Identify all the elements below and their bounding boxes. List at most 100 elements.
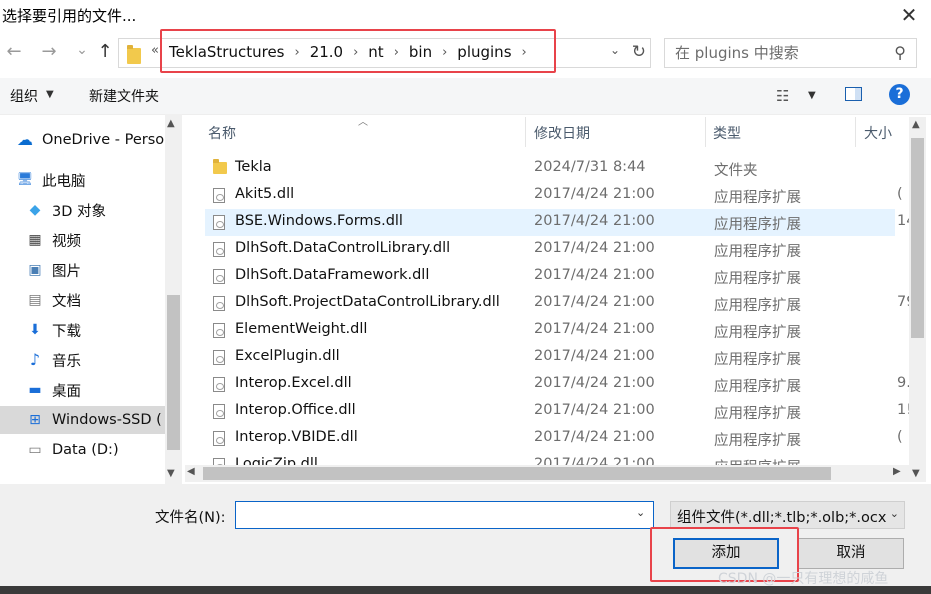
file-row-selected[interactable]: BSE.Windows.Forms.dll 2017/4/24 21:00 应用…: [205, 209, 909, 236]
forward-arrow-icon[interactable]: →: [37, 40, 61, 64]
cloud-icon: ☁: [17, 130, 33, 149]
search-icon[interactable]: ⚲: [894, 43, 906, 62]
cube-icon: ◆: [29, 202, 41, 218]
filename-input[interactable]: [235, 501, 654, 529]
sidebar-item-3d-objects[interactable]: ◆ 3D 对象: [26, 196, 182, 224]
sidebar-item-this-pc[interactable]: 🖥 此电脑: [16, 166, 181, 194]
document-icon: ▤: [28, 292, 42, 308]
column-type[interactable]: 类型: [713, 123, 741, 143]
sidebar-item-desktop[interactable]: ▬ 桌面: [26, 376, 182, 404]
file-row[interactable]: Akit5.dll 2017/4/24 21:00 应用程序扩展 (: [205, 182, 909, 209]
file-size: (: [897, 186, 903, 202]
help-icon[interactable]: ?: [889, 84, 910, 105]
file-list: Tekla 2024/7/31 8:44 文件夹 Akit5.dll 2017/…: [185, 155, 909, 465]
organize-button[interactable]: 组织: [10, 86, 38, 106]
file-date: 2017/4/24 21:00: [534, 429, 655, 445]
desktop-icon: ▬: [28, 382, 42, 398]
dll-file-icon: [213, 404, 225, 419]
file-name: Interop.VBIDE.dll: [235, 429, 358, 445]
file-name: Interop.Office.dll: [235, 402, 356, 418]
scroll-down-arrow-icon[interactable]: ▼: [912, 468, 920, 479]
column-date[interactable]: 修改日期: [534, 123, 590, 143]
search-input[interactable]: [673, 43, 877, 63]
sidebar-item-documents[interactable]: ▤ 文档: [26, 286, 182, 314]
file-type: 文件夹: [714, 163, 758, 179]
file-type: 应用程序扩展: [714, 244, 801, 260]
column-divider[interactable]: [855, 117, 856, 147]
file-row[interactable]: LogicZip.dll 2017/4/24 21:00 应用程序扩展: [205, 452, 909, 465]
dll-file-icon: [213, 431, 225, 446]
folder-icon: [127, 45, 141, 64]
vertical-scrollbar-thumb[interactable]: [911, 138, 924, 338]
file-type: 应用程序扩展: [714, 456, 801, 465]
navigation-scrollbar-thumb[interactable]: [167, 295, 180, 450]
scroll-down-arrow-icon[interactable]: ▼: [167, 468, 175, 479]
file-type-filter-select[interactable]: 组件文件(*.dll;*.tlb;*.olb;*.ocx ⌄: [670, 501, 905, 529]
file-type: 应用程序扩展: [714, 325, 801, 341]
file-row-folder[interactable]: Tekla 2024/7/31 8:44 文件夹: [205, 155, 909, 182]
refresh-icon[interactable]: ↻: [632, 42, 646, 62]
sidebar-item-downloads[interactable]: ⬇ 下载: [26, 316, 182, 344]
file-date: 2017/4/24 21:00: [534, 375, 655, 391]
horizontal-scrollbar-thumb[interactable]: [203, 467, 831, 480]
file-name: ExcelPlugin.dll: [235, 348, 340, 364]
file-date: 2017/4/24 21:00: [534, 186, 655, 202]
address-dropdown-icon[interactable]: ⌄: [610, 43, 620, 57]
file-type: 应用程序扩展: [714, 298, 801, 314]
view-options-icon[interactable]: ☷: [776, 87, 789, 105]
file-name: Tekla: [235, 159, 272, 175]
file-size: 79: [897, 294, 909, 310]
organize-dropdown-icon[interactable]: ▼: [46, 89, 54, 100]
file-row[interactable]: Interop.VBIDE.dll 2017/4/24 21:00 应用程序扩展…: [205, 425, 909, 452]
file-row[interactable]: Interop.Office.dll 2017/4/24 21:00 应用程序扩…: [205, 398, 909, 425]
cancel-button[interactable]: 取消: [798, 538, 904, 569]
sidebar-item-onedrive[interactable]: ☁ OneDrive - Perso: [16, 126, 181, 154]
sidebar-item-music[interactable]: ♪ 音乐: [26, 346, 182, 374]
file-date: 2017/4/24 21:00: [534, 402, 655, 418]
sidebar-item-label: 此电脑: [42, 173, 86, 190]
file-date: 2017/4/24 21:00: [534, 348, 655, 364]
file-row[interactable]: ElementWeight.dll 2017/4/24 21:00 应用程序扩展: [205, 317, 909, 344]
filter-dropdown-icon[interactable]: ⌄: [887, 507, 899, 520]
column-name[interactable]: 名称: [208, 123, 236, 143]
film-icon: ▦: [28, 232, 42, 248]
up-folder-arrow-icon[interactable]: ↑: [93, 40, 117, 64]
dll-file-icon: [213, 377, 225, 392]
scroll-left-arrow-icon[interactable]: ◀: [187, 466, 195, 477]
sidebar-item-pictures[interactable]: ▣ 图片: [26, 256, 182, 284]
scroll-up-arrow-icon[interactable]: ▲: [912, 119, 920, 130]
drive-windows-icon: ⊞: [29, 412, 41, 428]
recent-locations-chevron-icon[interactable]: ⌄: [70, 38, 94, 62]
file-row[interactable]: DlhSoft.ProjectDataControlLibrary.dll 20…: [205, 290, 909, 317]
address-overflow-icon[interactable]: «: [151, 43, 159, 58]
scroll-right-arrow-icon[interactable]: ▶: [893, 466, 901, 477]
file-type-filter-value: 组件文件(*.dll;*.tlb;*.olb;*.ocx: [677, 510, 887, 526]
dll-file-icon: [213, 269, 225, 284]
file-name: Interop.Excel.dll: [235, 375, 352, 391]
column-divider[interactable]: [705, 117, 706, 147]
file-size: (: [897, 429, 903, 445]
file-row[interactable]: ExcelPlugin.dll 2017/4/24 21:00 应用程序扩展: [205, 344, 909, 371]
sidebar-item-videos[interactable]: ▦ 视频: [26, 226, 182, 254]
sidebar-item-data-d[interactable]: ▭ Data (D:): [26, 436, 182, 464]
window-title: 选择要引用的文件...: [2, 7, 137, 25]
filename-dropdown-icon[interactable]: ⌄: [636, 506, 645, 519]
close-icon[interactable]: ✕: [895, 2, 923, 28]
scroll-up-arrow-icon[interactable]: ▲: [167, 118, 175, 129]
sidebar-item-windows-ssd[interactable]: ⊞ Windows-SSD (: [0, 406, 165, 434]
view-dropdown-icon[interactable]: ▼: [808, 90, 816, 101]
new-folder-button[interactable]: 新建文件夹: [89, 86, 159, 106]
preview-pane-icon[interactable]: [845, 87, 862, 101]
music-icon: ♪: [29, 350, 41, 369]
file-size: 1!: [897, 402, 909, 418]
column-size[interactable]: 大小: [864, 123, 892, 143]
search-box[interactable]: ⚲: [664, 38, 917, 68]
column-divider[interactable]: [525, 117, 526, 147]
file-type: 应用程序扩展: [714, 406, 801, 422]
file-row[interactable]: Interop.Excel.dll 2017/4/24 21:00 应用程序扩展…: [205, 371, 909, 398]
file-row[interactable]: DlhSoft.DataControlLibrary.dll 2017/4/24…: [205, 236, 909, 263]
file-row[interactable]: DlhSoft.DataFramework.dll 2017/4/24 21:0…: [205, 263, 909, 290]
back-arrow-icon[interactable]: ←: [2, 40, 26, 64]
dll-file-icon: [213, 188, 225, 203]
file-name: DlhSoft.DataFramework.dll: [235, 267, 430, 283]
